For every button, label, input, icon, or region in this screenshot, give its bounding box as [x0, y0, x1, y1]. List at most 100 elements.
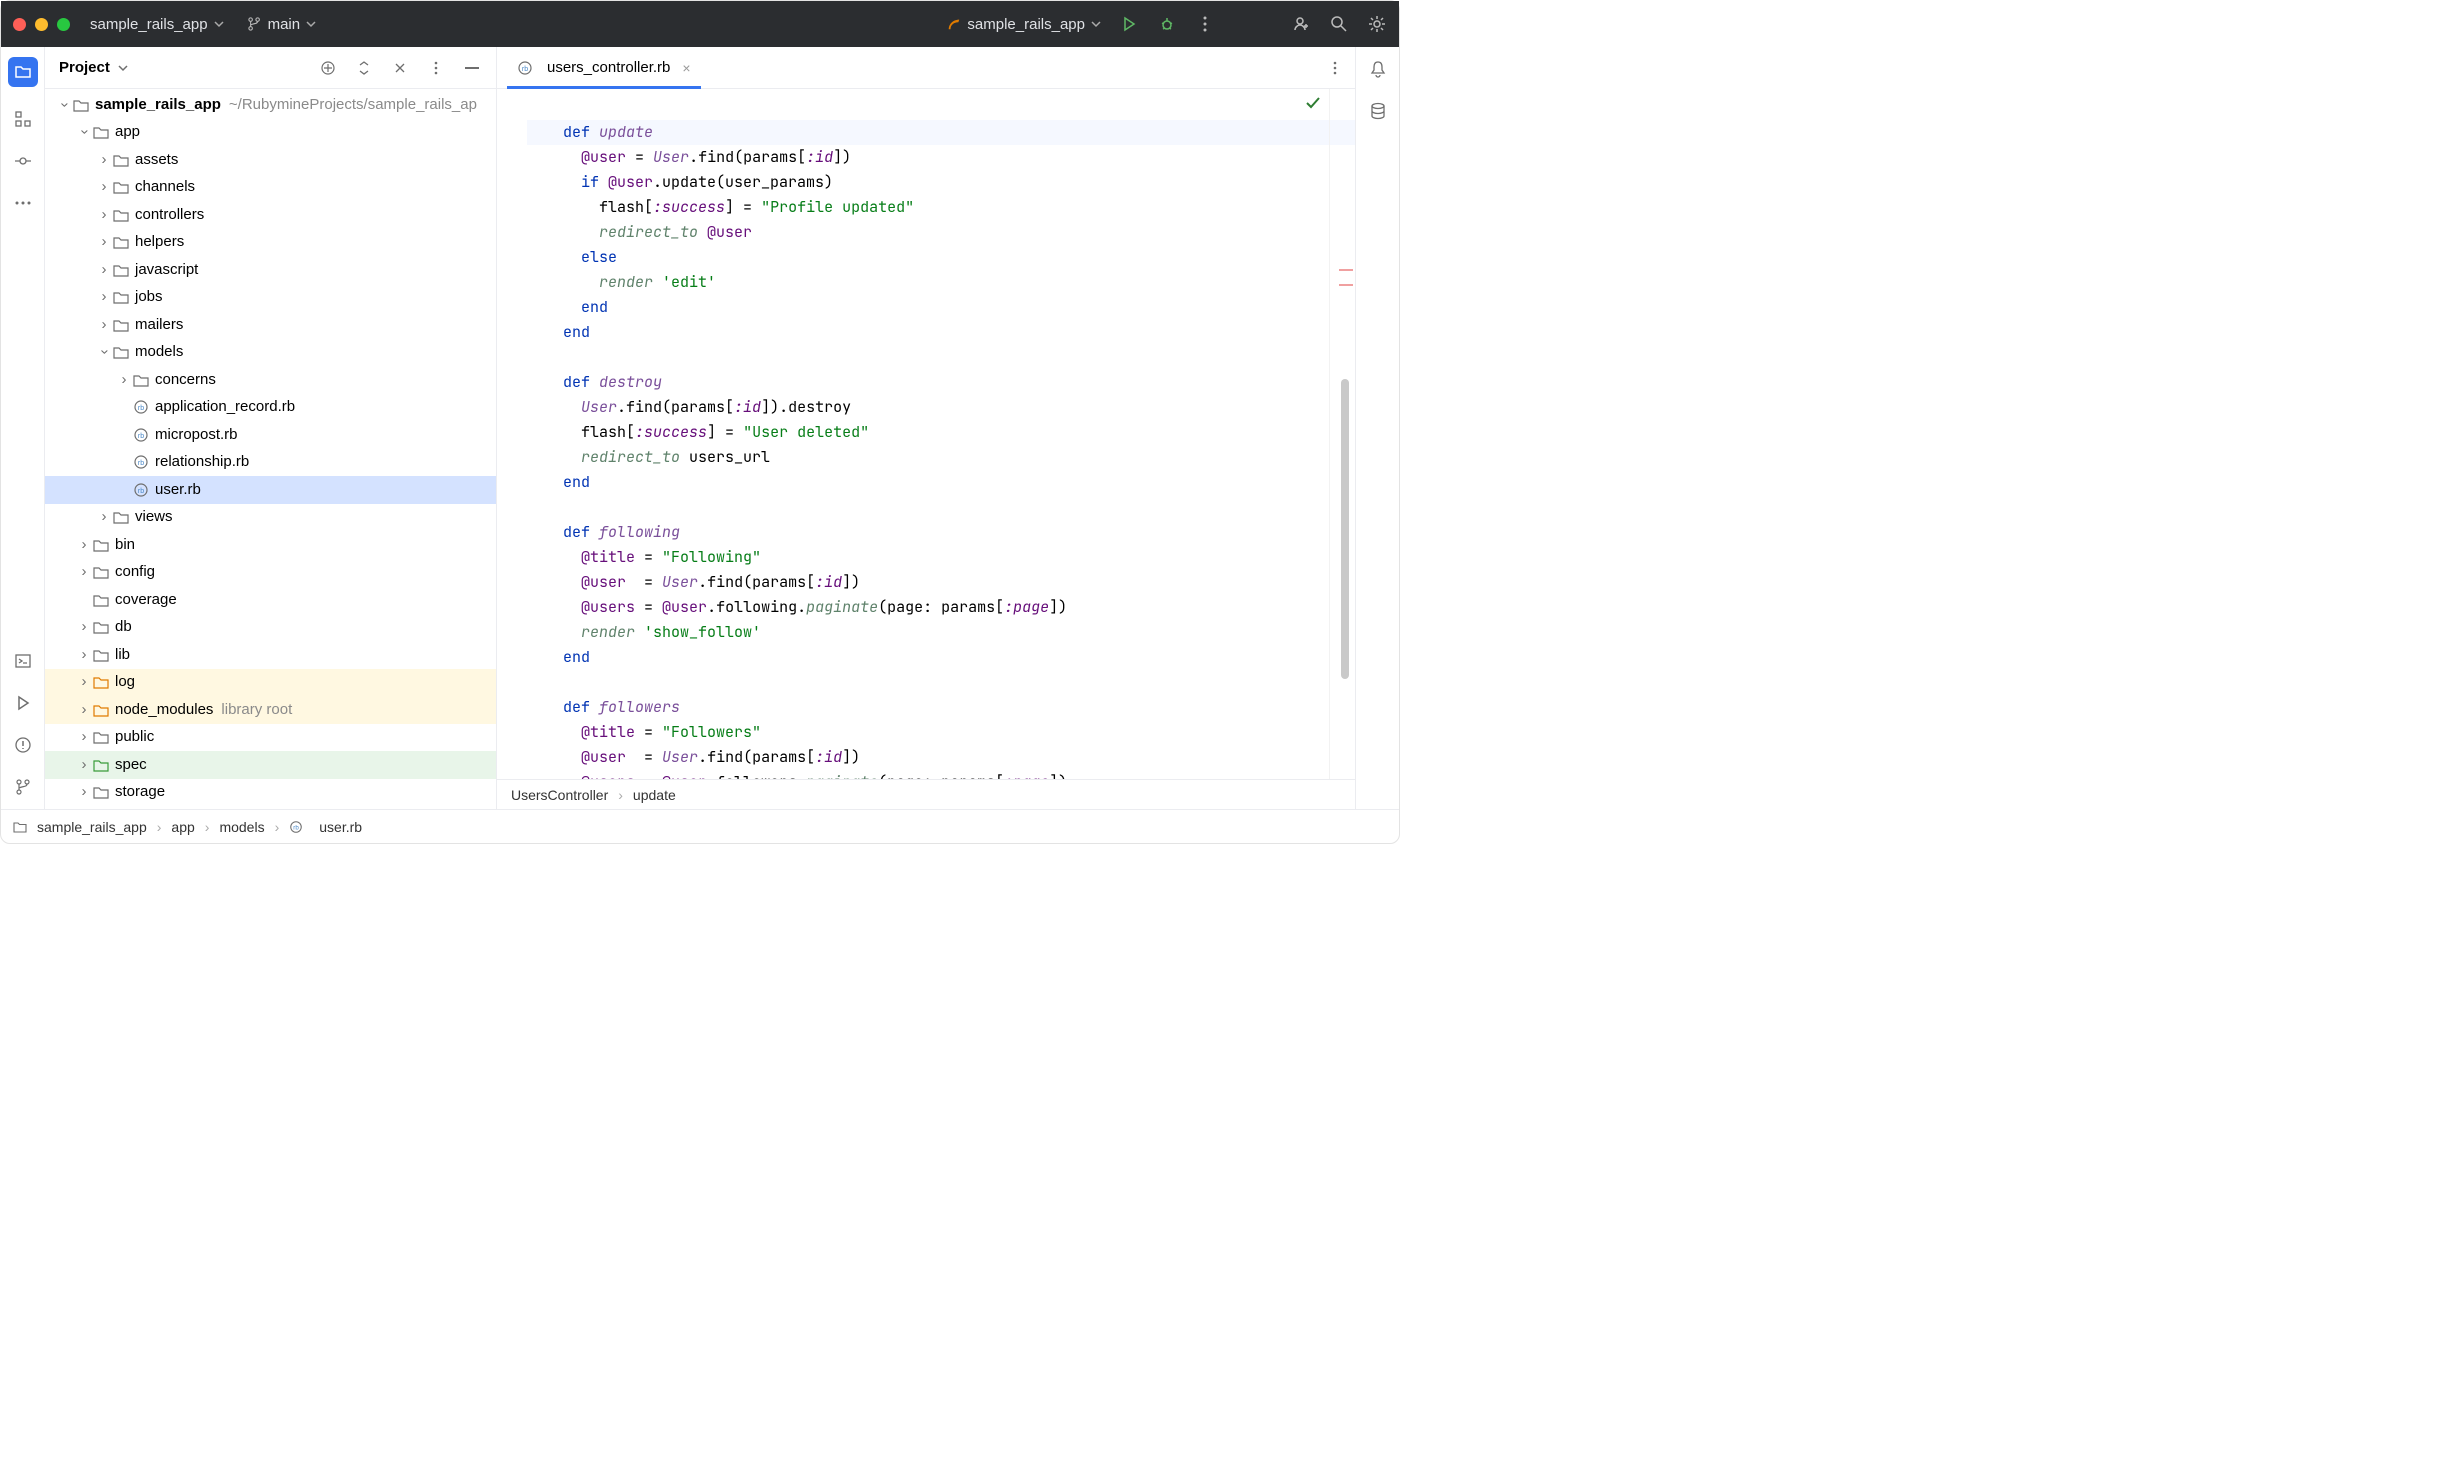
editor-tabs: rb users_controller.rb × — [497, 47, 1355, 89]
tree-folder-coverage[interactable]: coverage — [45, 586, 496, 614]
breadcrumb-sep: › — [618, 787, 623, 803]
tab-options-icon[interactable] — [1325, 58, 1345, 78]
tree-folder-spec[interactable]: spec — [45, 751, 496, 779]
branch-name: main — [268, 16, 301, 33]
run-config-dropdown[interactable]: sample_rails_app — [947, 16, 1101, 33]
root-path: ~/RubymineProjects/sample_rails_ap — [229, 91, 477, 119]
project-tree[interactable]: sample_rails_app ~/RubymineProjects/samp… — [45, 89, 496, 809]
minimize-window[interactable] — [35, 18, 48, 31]
tree-root[interactable]: sample_rails_app ~/RubymineProjects/samp… — [45, 91, 496, 119]
code-with-me-icon[interactable] — [1291, 14, 1311, 34]
svg-text:rb: rb — [294, 824, 300, 831]
tree-folder-mailers[interactable]: mailers — [45, 311, 496, 339]
project-dropdown[interactable]: sample_rails_app — [90, 16, 224, 33]
tree-folder-db[interactable]: db — [45, 614, 496, 642]
breadcrumb-class[interactable]: UsersController — [511, 787, 608, 803]
expand-collapse-icon[interactable] — [354, 58, 374, 78]
project-name: sample_rails_app — [90, 16, 208, 33]
more-actions-icon[interactable] — [1195, 14, 1215, 34]
bc-project[interactable]: sample_rails_app — [37, 819, 147, 835]
run-tool-button[interactable] — [13, 693, 33, 713]
titlebar: sample_rails_app main sample_rails_app — [1, 1, 1399, 47]
tree-folder-node-modules[interactable]: node_moduleslibrary root — [45, 696, 496, 724]
problems-tool-button[interactable] — [13, 735, 33, 755]
debug-button[interactable] — [1157, 14, 1177, 34]
window-controls — [13, 18, 70, 31]
vcs-tool-button[interactable] — [13, 777, 33, 797]
tree-file-relationship[interactable]: rbrelationship.rb — [45, 449, 496, 477]
tree-folder-javascript[interactable]: javascript — [45, 256, 496, 284]
editor-gutter-right[interactable] — [1329, 89, 1355, 779]
database-icon[interactable] — [1368, 101, 1388, 121]
code-content: def update @user = User.find(params[:id]… — [497, 89, 1355, 779]
maximize-window[interactable] — [57, 18, 70, 31]
branch-icon — [248, 17, 262, 31]
ruby-file-icon: rb — [289, 820, 303, 834]
panel-title: Project — [59, 59, 110, 76]
svg-text:rb: rb — [522, 66, 528, 73]
navbar-breadcrumb[interactable]: sample_rails_app › app › models › rb use… — [1, 809, 1399, 843]
left-toolstrip — [1, 47, 45, 809]
editor-breadcrumb[interactable]: UsersController › update — [497, 779, 1355, 809]
close-panel-icon[interactable] — [390, 58, 410, 78]
editor-area: rb users_controller.rb × def update @use… — [497, 47, 1355, 809]
tree-folder-models[interactable]: models — [45, 339, 496, 367]
commit-tool-button[interactable] — [13, 151, 33, 171]
run-config-name: sample_rails_app — [967, 16, 1085, 33]
chevron-down-icon — [214, 19, 224, 29]
panel-options-icon[interactable] — [426, 58, 446, 78]
run-button[interactable] — [1119, 14, 1139, 34]
breadcrumb-method[interactable]: update — [633, 787, 676, 803]
scrollbar-thumb[interactable] — [1341, 379, 1349, 679]
inspection-ok-icon[interactable] — [1305, 95, 1321, 111]
project-panel: Project sample_rails_app ~/RubymineProje… — [45, 47, 497, 809]
structure-tool-button[interactable] — [13, 109, 33, 129]
tree-folder-views[interactable]: views — [45, 504, 496, 532]
tree-folder-jobs[interactable]: jobs — [45, 284, 496, 312]
close-tab-icon[interactable]: × — [682, 60, 690, 76]
rails-icon — [947, 17, 961, 31]
folder-icon — [13, 821, 27, 833]
project-panel-header: Project — [45, 47, 496, 89]
tab-users-controller[interactable]: rb users_controller.rb × — [507, 47, 701, 88]
chevron-down-icon[interactable] — [118, 63, 128, 73]
root-name: sample_rails_app — [95, 91, 221, 119]
svg-text:rb: rb — [138, 460, 144, 467]
tree-folder-lib[interactable]: lib — [45, 641, 496, 669]
tree-folder-bin[interactable]: bin — [45, 531, 496, 559]
tree-folder-channels[interactable]: channels — [45, 174, 496, 202]
folder-icon — [14, 63, 32, 81]
vcs-branch[interactable]: main — [248, 16, 317, 33]
tree-folder-public[interactable]: public — [45, 724, 496, 752]
ruby-file-icon: rb — [517, 60, 533, 76]
bc-app[interactable]: app — [171, 819, 194, 835]
more-tool-button[interactable] — [13, 193, 33, 213]
bc-file[interactable]: user.rb — [319, 819, 362, 835]
tree-folder-controllers[interactable]: controllers — [45, 201, 496, 229]
settings-icon[interactable] — [1367, 14, 1387, 34]
svg-text:rb: rb — [138, 488, 144, 495]
tree-file-micropost[interactable]: rbmicropost.rb — [45, 421, 496, 449]
svg-text:rb: rb — [138, 433, 144, 440]
chevron-down-icon — [306, 19, 316, 29]
tree-file-application-record[interactable]: rbapplication_record.rb — [45, 394, 496, 422]
hide-panel-icon[interactable] — [462, 58, 482, 78]
tree-folder-log[interactable]: log — [45, 669, 496, 697]
bc-models[interactable]: models — [219, 819, 264, 835]
tree-folder-storage[interactable]: storage — [45, 779, 496, 807]
tree-folder-helpers[interactable]: helpers — [45, 229, 496, 257]
svg-text:rb: rb — [138, 405, 144, 412]
tree-folder-assets[interactable]: assets — [45, 146, 496, 174]
right-toolstrip — [1355, 47, 1399, 809]
terminal-tool-button[interactable] — [13, 651, 33, 671]
close-window[interactable] — [13, 18, 26, 31]
code-editor[interactable]: def update @user = User.find(params[:id]… — [497, 89, 1355, 779]
project-tool-button[interactable] — [8, 57, 38, 87]
search-icon[interactable] — [1329, 14, 1349, 34]
tree-folder-concerns[interactable]: concerns — [45, 366, 496, 394]
tree-file-user[interactable]: rbuser.rb — [45, 476, 496, 504]
notifications-icon[interactable] — [1368, 59, 1388, 79]
select-opened-file-icon[interactable] — [318, 58, 338, 78]
tree-folder-config[interactable]: config — [45, 559, 496, 587]
tree-folder-app[interactable]: app — [45, 119, 496, 147]
